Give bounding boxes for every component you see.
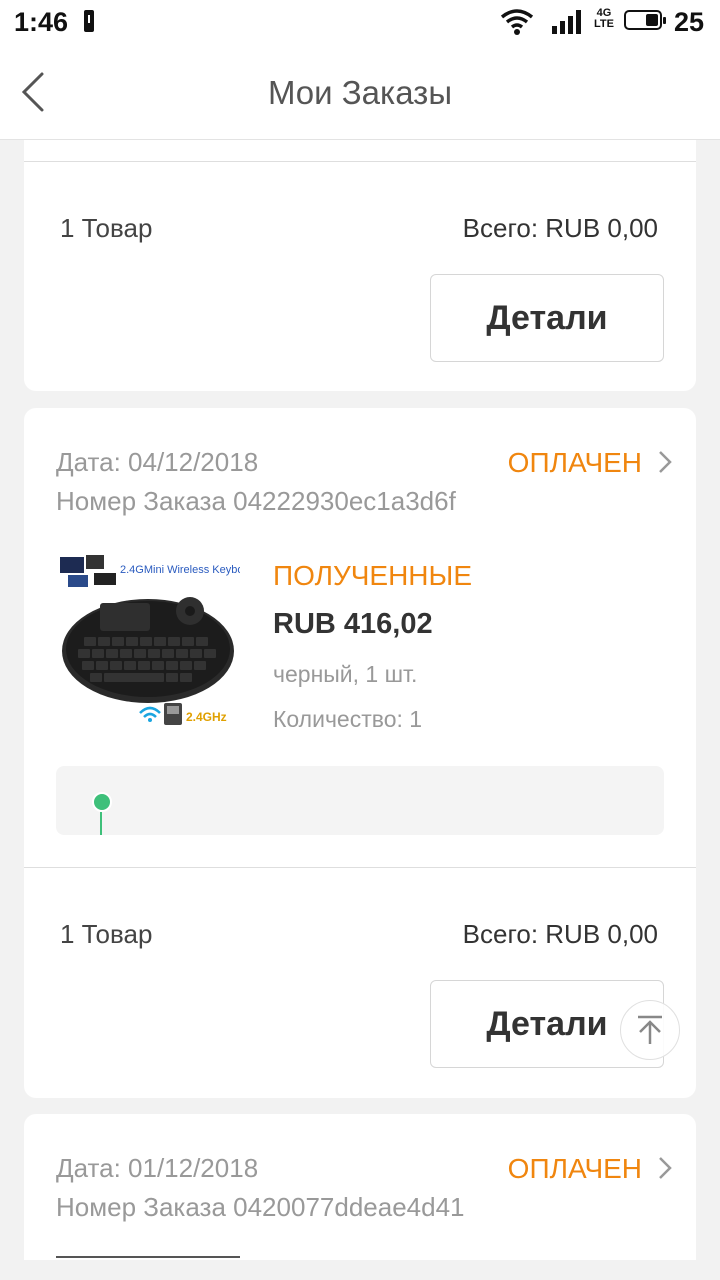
status-bar: 1:46 4G LTE 25 <box>0 0 720 46</box>
items-count: 1 Товар <box>60 213 153 243</box>
page-title: Мои Заказы <box>267 74 453 111</box>
divider <box>24 161 696 162</box>
order-card[interactable]: Дата: 04/12/2018 ОПЛАЧЕН Номер Заказа 04… <box>24 408 696 1098</box>
items-count: 1 Товар <box>60 919 153 949</box>
order-date: Дата: 01/12/2018 <box>56 1153 259 1183</box>
product-price: RUB 416,02 <box>273 608 433 640</box>
wifi-icon <box>500 9 534 35</box>
lte-icon: 4G LTE <box>594 8 614 30</box>
order-number: Номер Заказа 0420077ddeae4d41 <box>56 1192 465 1222</box>
order-total: Всего: RUB 0,00 <box>462 213 658 243</box>
divider <box>24 867 696 868</box>
product-status: ПОЛУЧЕННЫЕ <box>273 560 472 591</box>
order-card[interactable]: Дата: 01/12/2018 ОПЛАЧЕН Номер Заказа 04… <box>24 1114 696 1260</box>
arrow-up-to-top-icon <box>638 1015 662 1044</box>
image-caption: 2.4GMini Wireless Keyboard <box>120 564 240 576</box>
bottom-strip <box>0 1260 720 1280</box>
order-card: 1 Товар Всего: RUB 0,00 Детали <box>24 140 696 391</box>
order-number: Номер Заказа 04222930ec1a3d6f <box>56 486 456 516</box>
battery-level: 25 <box>674 7 705 37</box>
battery-icon <box>624 10 666 30</box>
image-badge: 2.4GHz <box>186 710 227 724</box>
status-time: 1:46 <box>14 7 69 37</box>
product-image[interactable]: 2.4GMini Wireless Keyboard 2.4GHz <box>56 553 259 733</box>
order-total: Всего: RUB 0,00 <box>462 919 658 949</box>
tracking-dot <box>92 792 112 812</box>
chevron-right-icon[interactable] <box>658 1156 672 1180</box>
order-date: Дата: 04/12/2018 <box>56 447 259 477</box>
signal-icon <box>552 10 581 34</box>
order-status[interactable]: ОПЛАЧЕН <box>508 1153 642 1185</box>
tracking-line <box>100 812 102 835</box>
network-type-bottom: LTE <box>594 18 614 30</box>
order-status[interactable]: ОПЛАЧЕН <box>508 447 642 479</box>
tracking-progress[interactable] <box>56 766 664 835</box>
battery-saver-icon <box>84 10 94 32</box>
header: Мои Заказы <box>0 46 720 140</box>
product-variant: черный, 1 шт. <box>273 661 418 687</box>
chevron-right-icon[interactable] <box>658 450 672 474</box>
details-button[interactable]: Детали <box>430 274 664 362</box>
product-quantity: Количество: 1 <box>273 706 423 732</box>
scroll-to-top-button[interactable] <box>620 1000 680 1060</box>
